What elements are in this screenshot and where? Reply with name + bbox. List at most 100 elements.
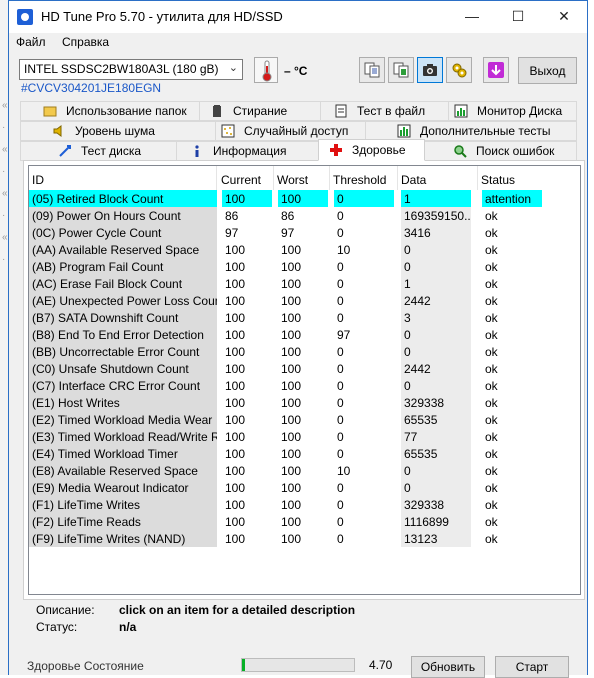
tab-error-scan[interactable]: Поиск ошибок	[424, 141, 577, 161]
table-row[interactable]: (AC) Erase Fail Block Count 100 100 0 1 ok	[29, 275, 580, 292]
cell-current: 100	[225, 277, 246, 291]
cell-data: 329338	[401, 394, 471, 411]
drive-select[interactable]: INTEL SSDSC2BW180A3L (180 gB) ⌄	[19, 59, 243, 80]
table-row[interactable]: (F9) LifeTime Writes (NAND) 100 100 0 13123 o…	[29, 530, 580, 547]
cell-status: ok	[485, 515, 498, 529]
table-row[interactable]: (F1) LifeTime Writes 100 100 0 329338 ok	[29, 496, 580, 513]
cell-current: 100	[225, 311, 246, 325]
save-button[interactable]	[483, 57, 509, 83]
maximize-button[interactable]: ☐	[495, 1, 541, 31]
health-cross-icon	[328, 142, 344, 158]
tab-erase[interactable]: Стирание	[199, 101, 321, 121]
table-row[interactable]: (05) Retired Block Count 100 100 0 1 attentio…	[29, 190, 580, 207]
random-access-icon	[220, 123, 236, 139]
tab-label: Здоровье	[352, 143, 406, 157]
cell-threshold: 0	[337, 294, 344, 308]
cell-data: 13123	[401, 530, 471, 547]
table-row[interactable]: (B7) SATA Downshift Count 100 100 0 3 ok	[29, 309, 580, 326]
copy-text-icon	[364, 62, 380, 78]
table-row[interactable]: (AE) Unexpected Power Loss Count 100 100 0 2…	[29, 292, 580, 309]
table-row[interactable]: (C0) Unsafe Shutdown Count 100 100 0 2442 ok	[29, 360, 580, 377]
copy-text-button[interactable]	[359, 57, 385, 83]
cell-worst: 100	[278, 190, 328, 207]
column-header-worst[interactable]: Worst	[274, 166, 330, 190]
tab-disk-monitor[interactable]: Монитор Диска	[448, 101, 577, 121]
cell-id: (05) Retired Block Count	[29, 190, 217, 207]
cell-id: (F9) LifeTime Writes (NAND)	[29, 530, 217, 547]
tab-label: Тест диска	[81, 144, 142, 158]
description-value: click on an item for a detailed descript…	[119, 603, 356, 617]
cell-current: 100	[225, 328, 246, 342]
table-row[interactable]: (E1) Host Writes 100 100 0 329338 ok	[29, 394, 580, 411]
tab-random-access[interactable]: Случайный доступ	[215, 121, 366, 141]
tab-strip: Использование папок Стирание Тест в файл…	[9, 99, 587, 161]
table-row[interactable]: (C7) Interface CRC Error Count 100 100 0 0 ok	[29, 377, 580, 394]
speaker-icon	[51, 123, 67, 139]
table-row[interactable]: (AB) Program Fail Count 100 100 0 0 ok	[29, 258, 580, 275]
table-row[interactable]: (F2) LifeTime Reads 100 100 0 1116899 ok	[29, 513, 580, 530]
table-row[interactable]: (E2) Timed Workload Media Wear 100 100 0 655…	[29, 411, 580, 428]
cell-data: 0	[401, 326, 471, 343]
tab-noise-level[interactable]: Уровень шума	[20, 121, 216, 141]
table-row[interactable]: (0C) Power Cycle Count 97 97 0 3416 ok	[29, 224, 580, 241]
minimize-button[interactable]: —	[449, 1, 495, 31]
copy-image-button[interactable]	[388, 57, 414, 83]
cell-threshold: 0	[337, 362, 344, 376]
cell-id: (0C) Power Cycle Count	[29, 224, 217, 241]
cell-current: 100	[225, 464, 246, 478]
cell-status: ok	[485, 243, 498, 257]
tab-health[interactable]: Здоровье	[318, 139, 425, 161]
table-row[interactable]: (E8) Available Reserved Space 100 100 10 0 ok	[29, 462, 580, 479]
folder-usage-icon	[42, 103, 58, 119]
cell-worst: 100	[281, 515, 302, 529]
cell-id: (F1) LifeTime Writes	[29, 496, 217, 513]
table-row[interactable]: (E9) Media Wearout Indicator 100 100 0 0 ok	[29, 479, 580, 496]
tab-file-benchmark[interactable]: Тест в файл	[320, 101, 449, 121]
column-header-status[interactable]: Status	[478, 166, 580, 190]
cell-data: 0	[401, 479, 471, 496]
cell-id: (F2) LifeTime Reads	[29, 513, 217, 530]
app-window: HD Tune Pro 5.70 - утилита для HD/SSD — …	[8, 0, 588, 678]
cell-data: 0	[401, 241, 471, 258]
table-row[interactable]: (AA) Available Reserved Space 100 100 10 0 ok	[29, 241, 580, 258]
table-row[interactable]: (BB) Uncorrectable Error Count 100 100 0 0 ok	[29, 343, 580, 360]
smart-table[interactable]: ID Current Worst Threshold Data Status (…	[28, 165, 581, 595]
column-header-threshold[interactable]: Threshold	[330, 166, 398, 190]
tab-folder-usage[interactable]: Использование папок	[20, 101, 200, 121]
cell-worst: 100	[281, 379, 302, 393]
tab-benchmark[interactable]: Тест диска	[20, 141, 177, 161]
cell-current: 100	[225, 413, 246, 427]
table-row[interactable]: (09) Power On Hours Count 86 86 0 169359150.…	[29, 207, 580, 224]
cell-worst: 100	[281, 413, 302, 427]
column-header-id[interactable]: ID	[29, 166, 217, 190]
bg-glyph: «	[2, 100, 8, 111]
cell-data: 65535	[401, 445, 471, 462]
screenshot-button[interactable]	[417, 57, 443, 83]
table-row[interactable]: (E3) Timed Workload Read/Write R... 100 10…	[29, 428, 580, 445]
cell-status: ok	[485, 328, 498, 342]
title-bar[interactable]: HD Tune Pro 5.70 - утилита для HD/SSD — …	[9, 1, 587, 33]
menu-file[interactable]: Файл	[16, 35, 46, 49]
table-row[interactable]: (E4) Timed Workload Timer 100 100 0 65535 ok	[29, 445, 580, 462]
table-row[interactable]: (B8) End To End Error Detection 100 100 97 0…	[29, 326, 580, 343]
save-icon	[488, 62, 504, 78]
cell-current: 100	[225, 260, 246, 274]
health-panel: ID Current Worst Threshold Data Status (…	[23, 160, 585, 600]
cell-status: ok	[485, 413, 498, 427]
info-icon	[189, 143, 205, 159]
close-button[interactable]: ✕	[541, 1, 587, 31]
column-header-data[interactable]: Data	[398, 166, 478, 190]
options-button[interactable]	[446, 57, 472, 83]
column-header-current[interactable]: Current	[218, 166, 274, 190]
menu-help[interactable]: Справка	[62, 35, 109, 49]
tab-extra-tests[interactable]: Дополнительные тесты	[365, 121, 577, 141]
cell-worst: 100	[281, 260, 302, 274]
cell-threshold: 0	[337, 430, 344, 444]
cell-worst: 100	[281, 277, 302, 291]
tab-info[interactable]: Информация	[176, 141, 319, 161]
cell-id: (E3) Timed Workload Read/Write R...	[29, 428, 217, 445]
benchmark-icon	[57, 143, 73, 159]
cell-data: 329338	[401, 496, 471, 513]
cell-id: (C7) Interface CRC Error Count	[29, 377, 217, 394]
exit-button[interactable]: Выход	[518, 57, 577, 84]
